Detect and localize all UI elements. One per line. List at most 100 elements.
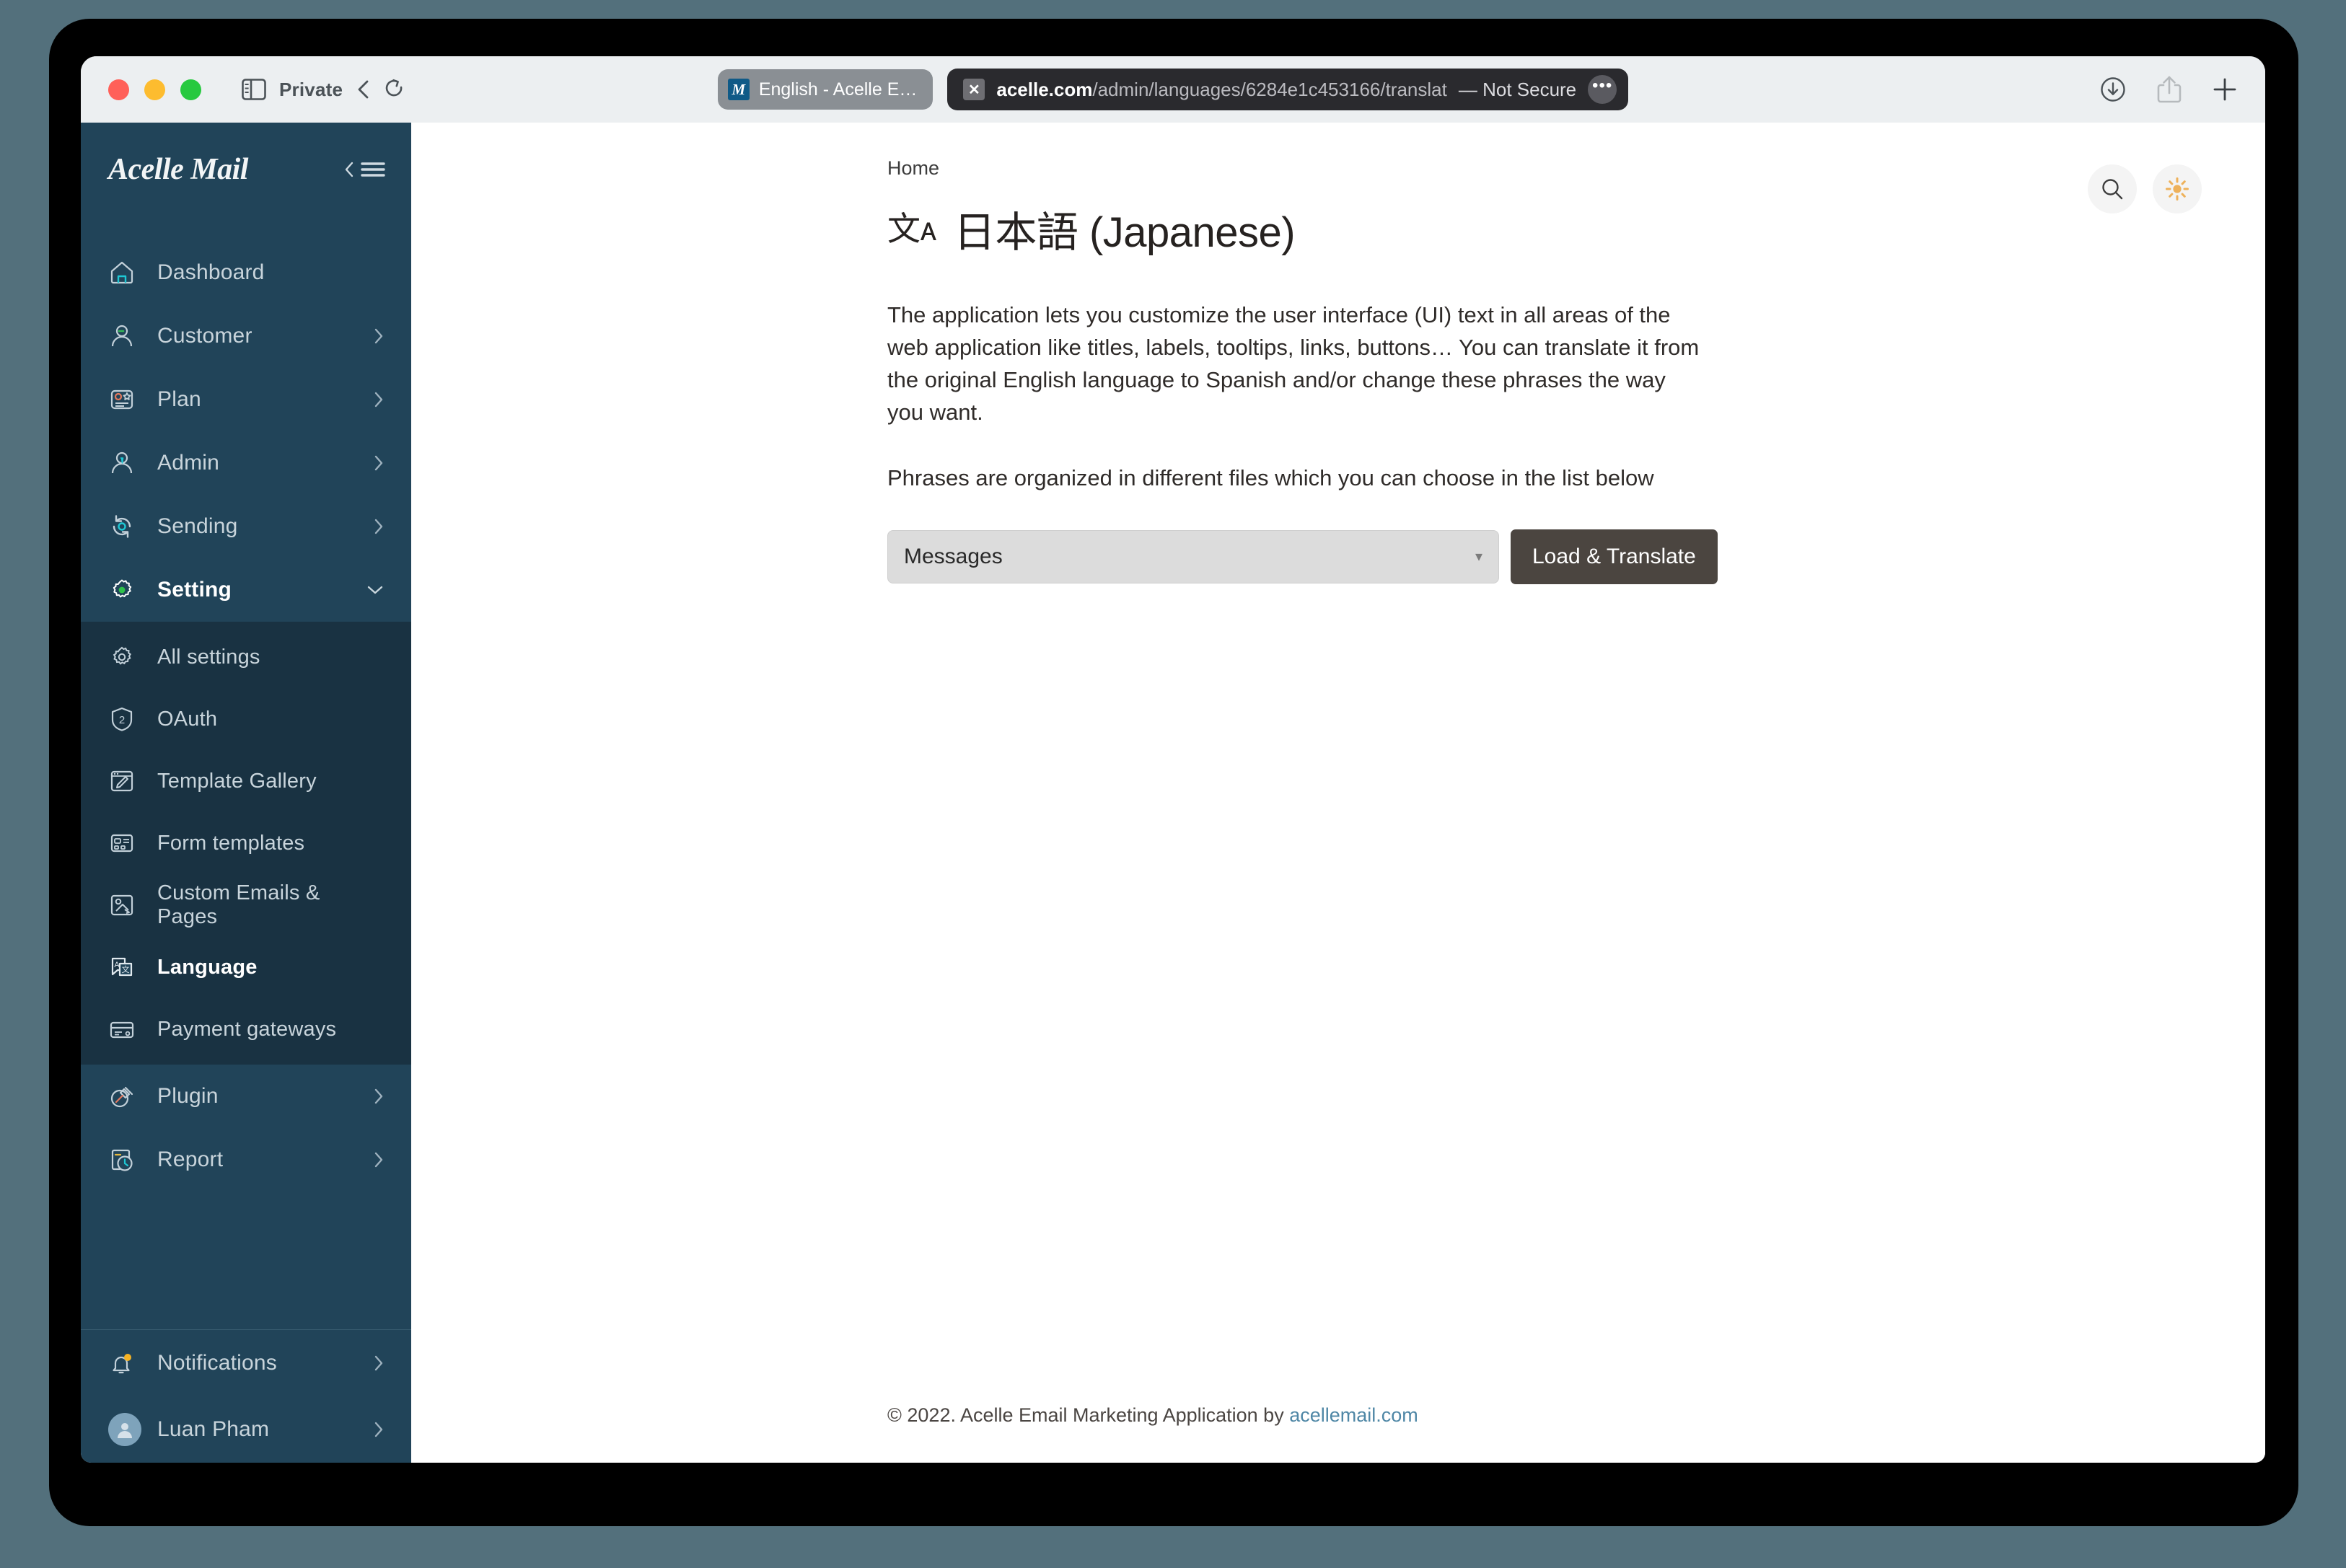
address-bar[interactable]: ✕ acelle.com/admin/languages/6284e1c4531…	[947, 69, 1629, 110]
page-title: 文ᴀ 日本語 (Japanese)	[887, 198, 2088, 259]
translate-file-form: Messages ▾ Load & Translate	[887, 529, 2202, 584]
new-tab-icon[interactable]	[2212, 76, 2238, 102]
second-paragraph: Phrases are organized in different files…	[887, 464, 1654, 490]
admin-user-icon	[108, 449, 141, 477]
browser-tab-title: English - Acelle E…	[758, 79, 918, 100]
sidebar-header: Acelle Mail	[81, 123, 411, 216]
minimize-window-button[interactable]	[144, 79, 165, 100]
settings-submenu: All settings 2 OAuth Template Gallery Fo…	[81, 622, 411, 1065]
sidebar-item-label: Setting	[157, 578, 232, 602]
tab-favicon: M	[727, 79, 750, 100]
browser-toolbar: Private M English - Acelle E… ✕ acelle.c…	[81, 56, 2265, 123]
shield-two-icon: 2	[108, 705, 141, 733]
sidebar-item-label: Admin	[157, 451, 220, 475]
url-text: acelle.com/admin/languages/6284e1c453166…	[996, 79, 1446, 101]
sidebar-toggle-icon[interactable]	[242, 79, 266, 100]
translate-title-icon: 文ᴀ	[887, 210, 936, 247]
sidebar-item-all-settings[interactable]: All settings	[81, 626, 411, 688]
maximize-window-button[interactable]	[180, 79, 201, 100]
sidebar-item-label: Luan Pham	[157, 1417, 270, 1441]
chevron-right-icon	[372, 516, 385, 537]
tab-and-address-area: M English - Acelle E… ✕ acelle.com/admin…	[81, 69, 2265, 110]
sidebar-footer: Notifications Luan Pham	[81, 1329, 411, 1463]
chevron-down-icon	[365, 583, 385, 596]
bell-icon	[108, 1349, 141, 1377]
sidebar-navigation: Dashboard Customer Plan Admin Sending Se…	[81, 216, 411, 1329]
sidebar-item-label: Payment gateways	[157, 1017, 337, 1041]
sidebar-item-custom-emails-pages[interactable]: Custom Emails & Pages	[81, 874, 411, 936]
downloads-icon[interactable]	[2099, 76, 2127, 103]
intro-paragraph: The application lets you customize the u…	[887, 302, 1700, 425]
chevron-right-icon	[372, 1150, 385, 1170]
page-menu-icon[interactable]: •••	[1588, 75, 1617, 104]
sidebar-item-label: Report	[157, 1148, 224, 1171]
breadcrumb[interactable]: Home	[887, 157, 2088, 180]
plug-icon	[108, 1083, 141, 1110]
page-header: Home 文ᴀ 日本語 (Japanese)	[887, 157, 2088, 259]
form-layout-icon	[108, 829, 141, 857]
chevron-right-icon	[372, 389, 385, 410]
file-select-dropdown[interactable]: Messages ▾	[887, 529, 1499, 583]
footer-link[interactable]: acellemail.com	[1289, 1404, 1418, 1426]
sidebar-item-template-gallery[interactable]: Template Gallery	[81, 750, 411, 812]
sidebar-item-language[interactable]: A 文 Language	[81, 936, 411, 998]
chevron-right-icon	[372, 1353, 385, 1373]
window-traffic-lights	[108, 79, 201, 100]
sidebar-item-customer[interactable]: Customer	[81, 304, 411, 368]
main-header-row: Home 文ᴀ 日本語 (Japanese)	[411, 123, 2265, 259]
avatar	[108, 1413, 141, 1446]
theme-toggle-button[interactable]	[2153, 164, 2202, 213]
chevron-right-icon	[372, 1419, 385, 1440]
sidebar-item-oauth[interactable]: 2 OAuth	[81, 688, 411, 750]
credit-card-icon	[108, 1016, 141, 1043]
svg-text:2: 2	[119, 714, 125, 726]
browser-window: Private M English - Acelle E… ✕ acelle.c…	[81, 56, 2265, 1463]
private-browsing-group: Private	[242, 78, 405, 101]
chevron-right-icon	[372, 1086, 385, 1106]
sidebar-collapse-button[interactable]	[343, 159, 385, 180]
security-status-label: — Not Secure	[1458, 78, 1577, 100]
content-blocker-icon[interactable]: ✕	[963, 79, 985, 100]
sidebar-item-label: Language	[157, 955, 258, 979]
sidebar-item-plugin[interactable]: Plugin	[81, 1065, 411, 1128]
sidebar-item-plan[interactable]: Plan	[81, 368, 411, 431]
sidebar-item-sending[interactable]: Sending	[81, 495, 411, 558]
sidebar-item-user-profile[interactable]: Luan Pham	[81, 1396, 411, 1463]
user-icon	[108, 322, 141, 350]
sidebar-item-admin[interactable]: Admin	[81, 431, 411, 495]
translate-icon: A 文	[108, 953, 141, 981]
search-icon	[2100, 177, 2125, 201]
search-button[interactable]	[2088, 164, 2137, 213]
sidebar-item-notifications[interactable]: Notifications	[81, 1330, 411, 1396]
chevron-right-icon	[372, 453, 385, 473]
back-button[interactable]	[356, 79, 372, 100]
header-actions	[2088, 157, 2202, 213]
close-window-button[interactable]	[108, 79, 129, 100]
report-clock-icon	[108, 1146, 141, 1173]
sidebar-item-label: Customer	[157, 324, 252, 348]
sidebar: Acelle Mail Dashboard Customer Plan Admi…	[81, 123, 411, 1463]
share-icon[interactable]	[2157, 75, 2182, 104]
browser-tab[interactable]: M English - Acelle E…	[717, 69, 933, 110]
sidebar-item-label: Notifications	[157, 1351, 278, 1375]
sidebar-item-label: Sending	[157, 514, 238, 538]
reload-icon[interactable]	[385, 78, 405, 101]
main-content: The application lets you customize the u…	[411, 259, 2265, 584]
chevron-right-icon	[372, 326, 385, 346]
gear-icon	[108, 576, 141, 604]
sidebar-item-label: Custom Emails & Pages	[157, 881, 320, 928]
chevron-down-icon: ▾	[1475, 548, 1482, 565]
url-path: /admin/languages/6284e1c453166/translat	[1092, 78, 1447, 100]
sidebar-item-setting[interactable]: Setting	[81, 558, 411, 622]
load-translate-button[interactable]: Load & Translate	[1511, 529, 1718, 584]
toolbar-right-actions	[2099, 75, 2238, 104]
sidebar-item-report[interactable]: Report	[81, 1128, 411, 1192]
settings-gear-icon	[108, 643, 141, 671]
brand-logo[interactable]: Acelle Mail	[108, 152, 248, 187]
custom-pages-icon	[108, 891, 141, 919]
sidebar-item-payment-gateways[interactable]: Payment gateways	[81, 998, 411, 1060]
sidebar-item-dashboard[interactable]: Dashboard	[81, 241, 411, 304]
sidebar-item-form-templates[interactable]: Form templates	[81, 812, 411, 874]
url-host: acelle.com	[996, 78, 1093, 100]
sun-icon	[2165, 177, 2189, 201]
